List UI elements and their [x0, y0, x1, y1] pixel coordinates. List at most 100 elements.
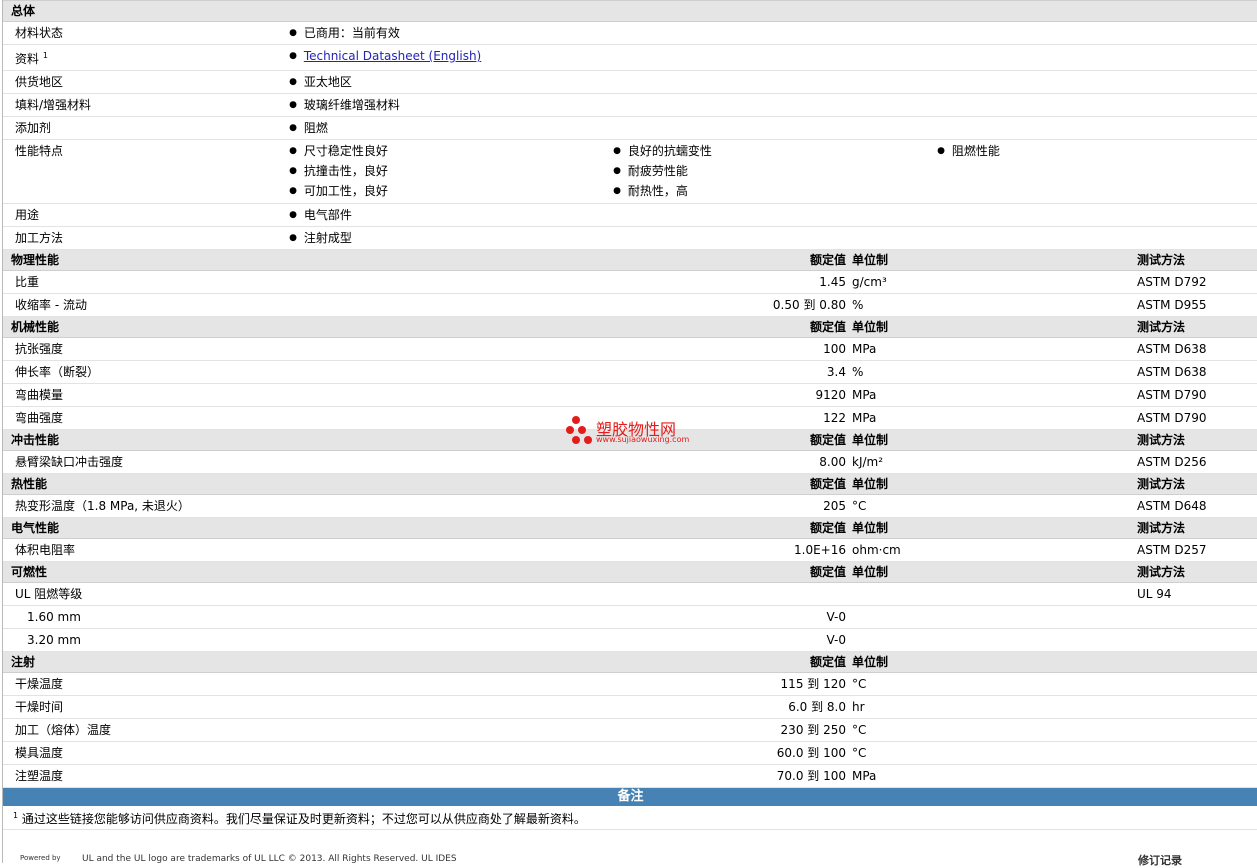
- row-value: 1.45: [286, 270, 852, 294]
- row-unit: °C: [852, 672, 1137, 696]
- feature-text: 抗撞击性，良好: [303, 164, 388, 178]
- header-unit: 单位制: [852, 561, 1137, 583]
- row-label: 弯曲模量: [3, 383, 286, 407]
- row-unit: g/cm³: [852, 270, 1137, 294]
- table-row: 注塑温度 70.0 到 100 MPa: [3, 764, 1257, 788]
- row-value: 100: [286, 337, 852, 361]
- section-mechanical: 机械性能 额定值 单位制 测试方法: [3, 316, 1257, 338]
- notes-header: 备注: [3, 787, 1257, 806]
- row-unit: °C: [852, 494, 1137, 518]
- section-title: 总体: [3, 0, 1257, 22]
- value-text: 已商用：当前有效: [303, 26, 400, 40]
- row-label: 干燥温度: [3, 672, 286, 696]
- section-title: 机械性能: [3, 316, 286, 338]
- row-value: 60.0 到 100: [286, 741, 852, 765]
- row-unit: °C: [852, 741, 1137, 765]
- value-text: 注射成型: [303, 231, 352, 245]
- row-test-method: ASTM D790: [1137, 406, 1257, 430]
- table-row: 伸长率（断裂） 3.4 % ASTM D638: [3, 360, 1257, 384]
- header-test-method: 测试方法: [1137, 517, 1257, 539]
- row-label: 加工（熔体）温度: [3, 718, 286, 742]
- row-value: V-0: [286, 605, 852, 629]
- table-row: 体积电阻率 1.0E+16 ohm·cm ASTM D257: [3, 538, 1257, 562]
- bullet-icon: ●: [613, 166, 621, 176]
- bullet-icon: ●: [289, 166, 297, 176]
- row-label: 供货地区: [3, 70, 286, 94]
- section-electrical: 电气性能 额定值 单位制 测试方法: [3, 517, 1257, 539]
- table-row: 供货地区 ● 亚太地区: [3, 70, 1257, 94]
- row-unit: [852, 628, 1137, 652]
- row-value: 3.4: [286, 360, 852, 384]
- bullet-icon: ●: [289, 28, 297, 38]
- section-thermal: 热性能 额定值 单位制 测试方法: [3, 473, 1257, 495]
- row-test-method: ASTM D790: [1137, 383, 1257, 407]
- row-label: 伸长率（断裂）: [3, 360, 286, 384]
- row-value: ● 已商用：当前有效: [286, 21, 1257, 45]
- row-unit: MPa: [852, 337, 1137, 361]
- row-test-method: ASTM D955: [1137, 293, 1257, 317]
- row-unit: ohm·cm: [852, 538, 1137, 562]
- features-col-2: ● 良好的抗蠕变性 ● 耐疲劳性能 ● 耐热性，高: [610, 141, 934, 201]
- row-label: 注塑温度: [3, 764, 286, 788]
- footnote-ref: 1: [42, 51, 48, 60]
- row-label: 添加剂: [3, 116, 286, 140]
- bullet-icon: ●: [289, 186, 297, 196]
- notes-title: 备注: [3, 787, 1257, 806]
- row-label: 模具温度: [3, 741, 286, 765]
- row-label: 材料状态: [3, 21, 286, 45]
- feature-text: 可加工性，良好: [303, 184, 388, 198]
- row-test-method: [1137, 672, 1257, 696]
- feature-text: 尺寸稳定性良好: [303, 144, 388, 158]
- row-unit: MPa: [852, 383, 1137, 407]
- row-label: 1.60 mm: [3, 605, 286, 629]
- row-value: 230 到 250: [286, 718, 852, 742]
- row-value: 0.50 到 0.80: [286, 293, 852, 317]
- row-unit: [852, 605, 1137, 629]
- row-value: 70.0 到 100: [286, 764, 852, 788]
- section-flammability: 可燃性 额定值 单位制 测试方法: [3, 561, 1257, 583]
- table-row: 填料/增强材料 ● 玻璃纤维增强材料: [3, 93, 1257, 117]
- value-text: 亚太地区: [303, 75, 352, 89]
- table-row: 热变形温度（1.8 MPa, 未退火） 205 °C ASTM D648: [3, 494, 1257, 518]
- section-title: 冲击性能: [3, 429, 286, 451]
- section-title: 电气性能: [3, 517, 286, 539]
- table-row: 比重 1.45 g/cm³ ASTM D792: [3, 270, 1257, 294]
- header-empty: [1137, 651, 1257, 673]
- row-label: 弯曲强度: [3, 406, 286, 430]
- table-row: 加工方法 ● 注射成型: [3, 226, 1257, 250]
- header-nominal: 额定值: [286, 651, 852, 673]
- table-row: 资料 1 ● Technical Datasheet (English): [3, 44, 1257, 71]
- list-item: ● 耐热性，高: [610, 181, 934, 201]
- section-title: 注射: [3, 651, 286, 673]
- bullet-icon: ●: [289, 100, 297, 110]
- features-col-3: ● 阻燃性能: [934, 141, 1257, 201]
- row-test-method: ASTM D638: [1137, 337, 1257, 361]
- header-nominal: 额定值: [286, 249, 852, 271]
- row-label: 加工方法: [3, 226, 286, 250]
- table-row: 材料状态 ● 已商用：当前有效: [3, 21, 1257, 45]
- table-row: 添加剂 ● 阻燃: [3, 116, 1257, 140]
- table-row: 干燥温度 115 到 120 °C: [3, 672, 1257, 696]
- row-test-method: ASTM D257: [1137, 538, 1257, 562]
- row-label: UL 阻燃等级: [3, 582, 286, 606]
- notes-text: 1 通过这些链接您能够访问供应商资料。我们尽量保证及时更新资料；不过您可以从供应…: [3, 806, 1257, 830]
- table-row: 干燥时间 6.0 到 8.0 hr: [3, 695, 1257, 719]
- row-test-method: [1137, 764, 1257, 788]
- technical-datasheet-link[interactable]: Technical Datasheet (English): [304, 49, 481, 63]
- row-value: 6.0 到 8.0: [286, 695, 852, 719]
- header-test-method: 测试方法: [1137, 561, 1257, 583]
- section-injection: 注射 额定值 单位制: [3, 651, 1257, 673]
- row-value: 9120: [286, 383, 852, 407]
- header-test-method: 测试方法: [1137, 316, 1257, 338]
- value-text: 电气部件: [303, 208, 352, 222]
- bullet-icon: ●: [289, 233, 297, 243]
- row-test-method: [1137, 741, 1257, 765]
- header-test-method: 测试方法: [1137, 473, 1257, 495]
- bullet-icon: ●: [937, 146, 945, 156]
- revision-history-link[interactable]: 修订记录: [1138, 852, 1182, 868]
- row-unit: °C: [852, 718, 1137, 742]
- row-value: 115 到 120: [286, 672, 852, 696]
- features-col-1: ● 尺寸稳定性良好 ● 抗撞击性，良好 ● 可加工性，良好: [286, 141, 610, 201]
- value-text: 玻璃纤维增强材料: [303, 98, 400, 112]
- row-test-method: [1137, 605, 1257, 629]
